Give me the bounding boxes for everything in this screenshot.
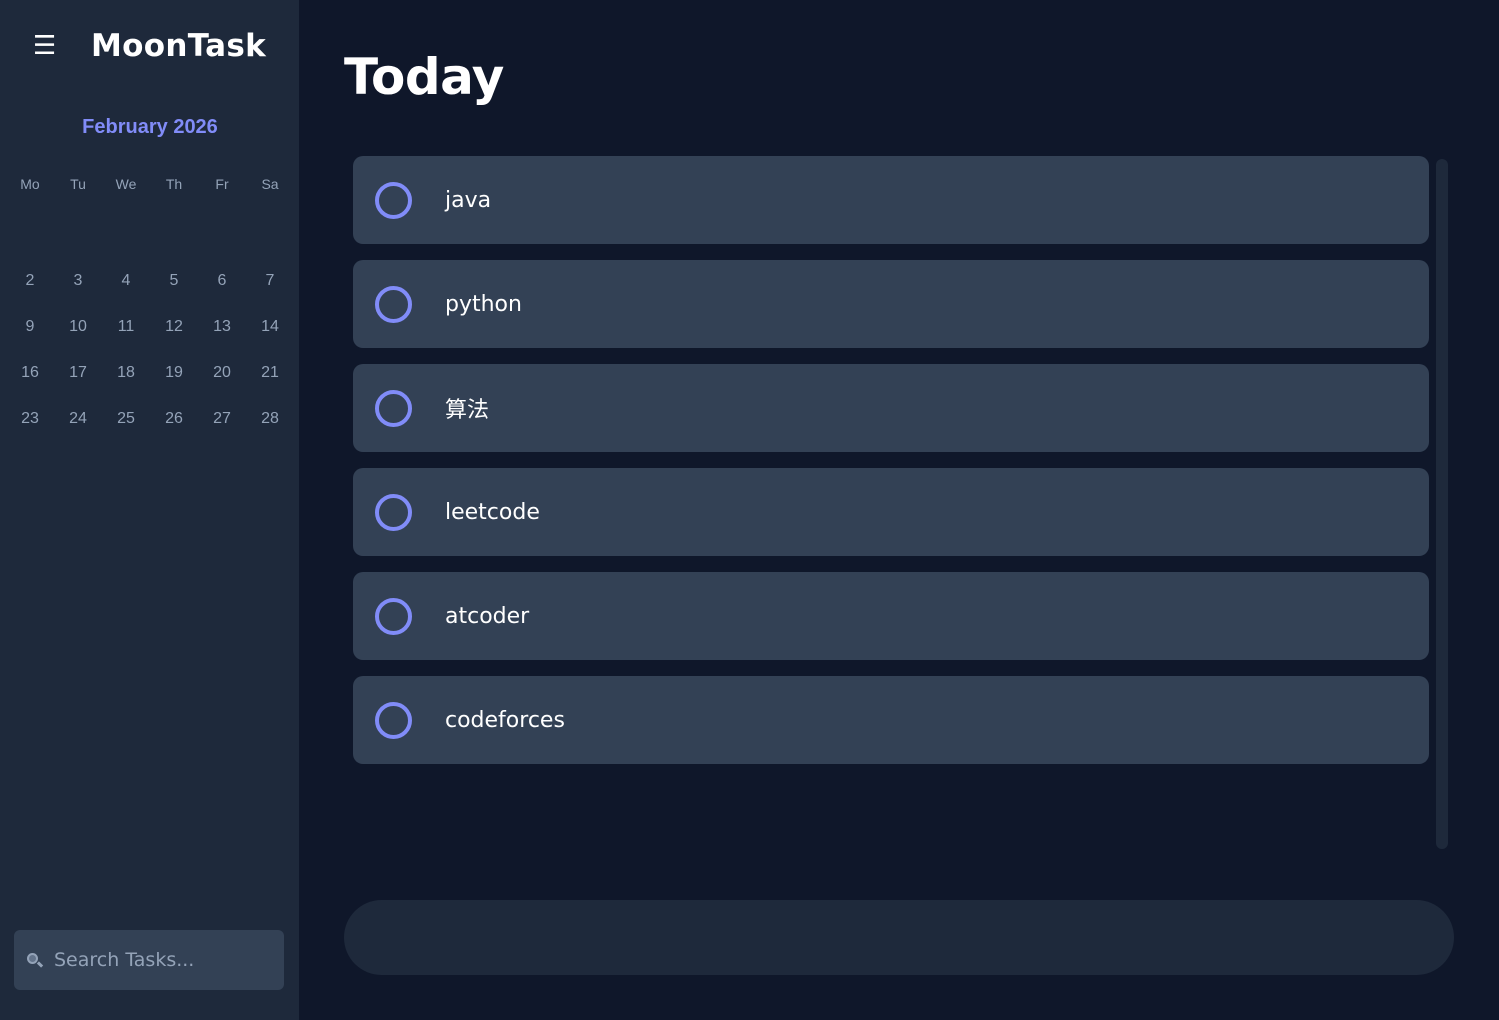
task-list-scrollbar[interactable]: [1436, 159, 1448, 849]
weekday-header: Mo: [20, 176, 40, 192]
calendar-day[interactable]: 13: [198, 304, 246, 350]
task-item[interactable]: 算法: [353, 364, 1429, 452]
calendar-day[interactable]: 3: [54, 258, 102, 304]
calendar-day[interactable]: 16: [6, 350, 54, 396]
sidebar-header: ☰ MoonTask: [33, 28, 266, 64]
task-label: leetcode: [445, 499, 540, 525]
task-label: codeforces: [445, 707, 565, 733]
task-checkbox[interactable]: [375, 389, 412, 427]
weekday-header: Tu: [70, 176, 86, 192]
task-checkbox[interactable]: [375, 181, 412, 219]
calendar-day[interactable]: 14: [246, 304, 294, 350]
sidebar: ☰ MoonTask February 2026 Mo Tu We Th Fr …: [0, 0, 299, 1020]
task-label: python: [445, 291, 522, 317]
page-title: Today: [344, 48, 504, 106]
calendar-day[interactable]: 9: [6, 304, 54, 350]
calendar-grid: Mo Tu We Th Fr Sa 2 3 4 5 6 7 9 10 11 12…: [6, 170, 294, 442]
calendar-day[interactable]: 10: [54, 304, 102, 350]
search-input[interactable]: [54, 949, 274, 971]
weekday-header: Fr: [215, 176, 229, 192]
calendar-month-label: February 2026: [82, 116, 218, 138]
app-title: MoonTask: [91, 28, 267, 64]
calendar-day[interactable]: 21: [246, 350, 294, 396]
task-item[interactable]: atcoder: [353, 572, 1429, 660]
task-label: atcoder: [445, 603, 530, 629]
calendar-day[interactable]: 5: [150, 258, 198, 304]
calendar-day[interactable]: 4: [102, 258, 150, 304]
calendar-day[interactable]: 17: [54, 350, 102, 396]
calendar-day[interactable]: 18: [102, 350, 150, 396]
app-window: ☰ MoonTask February 2026 Mo Tu We Th Fr …: [0, 0, 1499, 1020]
task-item[interactable]: leetcode: [353, 468, 1429, 556]
task-checkbox[interactable]: [375, 597, 412, 635]
task-label: java: [445, 187, 492, 213]
calendar-day[interactable]: 25: [102, 396, 150, 442]
calendar-day[interactable]: 20: [198, 350, 246, 396]
calendar: February 2026 Mo Tu We Th Fr Sa 2 3 4 5 …: [6, 112, 294, 442]
search-icon: [26, 951, 44, 969]
task-label: 算法: [445, 398, 490, 423]
calendar-day[interactable]: 26: [150, 396, 198, 442]
calendar-day[interactable]: 2: [6, 258, 54, 304]
calendar-empty-week: [6, 198, 294, 258]
weekday-header: We: [115, 176, 137, 192]
calendar-day[interactable]: 24: [54, 396, 102, 442]
calendar-day[interactable]: 27: [198, 396, 246, 442]
search-box: [14, 930, 284, 990]
weekday-header: Sa: [261, 176, 279, 192]
task-checkbox[interactable]: [375, 285, 412, 323]
calendar-day[interactable]: 19: [150, 350, 198, 396]
add-task-input[interactable]: [344, 900, 1454, 975]
calendar-day[interactable]: 23: [6, 396, 54, 442]
weekday-header: Th: [165, 176, 183, 192]
task-checkbox[interactable]: [375, 493, 412, 531]
calendar-day[interactable]: 12: [150, 304, 198, 350]
task-item[interactable]: codeforces: [353, 676, 1429, 764]
calendar-day[interactable]: 7: [246, 258, 294, 304]
menu-icon[interactable]: ☰: [33, 30, 56, 62]
main-panel: Today java python 算法 leetcode atcoder co…: [299, 0, 1499, 1020]
task-item[interactable]: java: [353, 156, 1429, 244]
task-checkbox[interactable]: [375, 701, 412, 739]
calendar-day[interactable]: 28: [246, 396, 294, 442]
calendar-day[interactable]: 6: [198, 258, 246, 304]
task-list: java python 算法 leetcode atcoder codeforc…: [353, 156, 1429, 780]
calendar-day[interactable]: 11: [102, 304, 150, 350]
task-item[interactable]: python: [353, 260, 1429, 348]
